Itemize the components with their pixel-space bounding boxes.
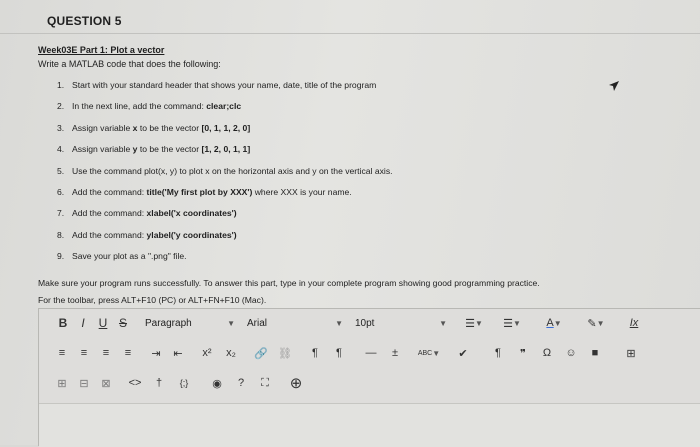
list-item: 7. Add the command: xlabel('x coordinates… [57, 208, 237, 219]
align-right-icon[interactable]: ≡ [95, 347, 117, 359]
emoji-icon[interactable]: ☺ [559, 347, 583, 359]
indent-icon[interactable]: ⇥ [145, 347, 167, 360]
font-family-select[interactable]: Arial ▼ [243, 318, 347, 329]
bookmark-icon[interactable]: ■ [583, 347, 607, 359]
divider [0, 33, 700, 34]
toolbar-row-2: ≡ ≡ ≡ ≡ ⇥ ⇤ x² x₂ 🔗 ⛓ ¶ ¶ — ± ABC ▼ ✔ ¶ ❞… [39, 339, 700, 367]
toolbar-row-1: B I U S Paragraph ▼ Arial ▼ 10pt ▼ ☰ ▼ ☰ ▼ A ▼… [39, 309, 700, 337]
answer-text-area[interactable] [39, 403, 700, 447]
rich-text-editor: B I U S Paragraph ▼ Arial ▼ 10pt ▼ ☰ ▼ ☰ ▼ A ▼… [38, 308, 700, 447]
assignment-heading: Week03E Part 1: Plot a vector [38, 45, 165, 55]
steps-list: 1. Start with your standard header that s… [57, 80, 393, 273]
chevron-down-icon: ▼ [439, 318, 447, 328]
preview-icon[interactable]: ◉ [205, 377, 229, 390]
list-item: 2. In the next line, add the command: cle… [57, 101, 242, 112]
chevron-down-icon: ▼ [227, 318, 235, 328]
add-content-icon[interactable]: ⊕ [283, 374, 309, 392]
subscript-icon[interactable]: x₂ [219, 347, 243, 359]
numbered-list-icon[interactable]: ☰ ▼ [497, 317, 527, 330]
clear-formatting-icon[interactable]: Ix [623, 317, 645, 329]
bold-button[interactable]: B [53, 316, 73, 330]
question-title: QUESTION 5 [47, 14, 122, 28]
table-insert-icon[interactable]: ⊞ [51, 377, 73, 390]
font-size-select[interactable]: 10pt ▼ [351, 318, 451, 329]
superscript-icon[interactable]: x² [195, 347, 219, 359]
align-center-icon[interactable]: ≡ [73, 347, 95, 359]
outdent-icon[interactable]: ⇤ [167, 347, 189, 360]
table-cell-icon[interactable]: ⊟ [73, 377, 95, 390]
list-item: 6. Add the command: title('My first plot … [57, 186, 352, 197]
assignment-intro: Write a MATLAB code that does the follow… [38, 59, 221, 69]
accessibility-icon[interactable]: † [147, 377, 171, 389]
chevron-down-icon: ▼ [335, 318, 343, 328]
spellcheck-icon[interactable]: ABC ▼ [413, 349, 445, 358]
pilcrow-icon[interactable]: ¶ [485, 347, 511, 359]
underline-button[interactable]: U [93, 316, 113, 330]
unlink-icon[interactable]: ⛓ [273, 347, 297, 360]
fullscreen-icon[interactable]: ⛶ [253, 377, 277, 390]
link-icon[interactable]: 🔗 [249, 347, 273, 360]
code-icon[interactable]: <> [123, 377, 147, 389]
list-item: 1. Start with your standard header that s… [57, 80, 377, 90]
align-justify-icon[interactable]: ≡ [117, 347, 139, 359]
page: QUESTION 5 Week03E Part 1: Plot a vector… [0, 0, 700, 447]
highlight-icon[interactable]: ✎ ▼ [579, 317, 613, 330]
plus-minus-icon[interactable]: ± [383, 347, 407, 359]
bullet-list-icon[interactable]: ☰ ▼ [459, 317, 489, 330]
list-item: 9. Save your plot as a ".png" file. [57, 251, 187, 262]
toolbar-hint: For the toolbar, press ALT+F10 (PC) or A… [38, 295, 267, 305]
table-icon[interactable]: ⊞ [619, 347, 643, 360]
omega-icon[interactable]: Ω [535, 347, 559, 359]
align-left-icon[interactable]: ≡ [51, 347, 73, 359]
quote-icon[interactable]: ❞ [511, 347, 535, 360]
list-item: 4. Assign variable y to be the vector [1,… [57, 144, 251, 155]
list-item: 8. Add the command: ylabel('y coordinates… [57, 229, 237, 240]
instructions-text: Make sure your program runs successfully… [38, 278, 540, 288]
rtl-icon[interactable]: ¶ [327, 347, 351, 359]
italic-button[interactable]: I [73, 316, 93, 330]
horizontal-rule-icon[interactable]: — [359, 347, 383, 359]
braces-icon[interactable]: {;} [171, 378, 197, 388]
help-icon[interactable]: ? [229, 377, 253, 389]
paragraph-format-select[interactable]: Paragraph ▼ [141, 318, 239, 329]
toolbar-row-3: ⊞ ⊟ ⊠ <> † {;} ◉ ? ⛶ ⊕ [39, 369, 700, 397]
image-icon[interactable]: ⊠ [95, 377, 117, 390]
font-color-icon[interactable]: A ▼ [537, 317, 571, 329]
list-item: 5. Use the command plot(x, y) to plot x o… [57, 165, 393, 176]
ltr-icon[interactable]: ¶ [303, 347, 327, 359]
checkmark-icon[interactable]: ✔ [451, 347, 475, 360]
mouse-cursor-icon [609, 81, 619, 91]
strikethrough-button[interactable]: S [113, 316, 133, 330]
list-item: 3. Assign variable x to be the vector [0,… [57, 122, 251, 133]
